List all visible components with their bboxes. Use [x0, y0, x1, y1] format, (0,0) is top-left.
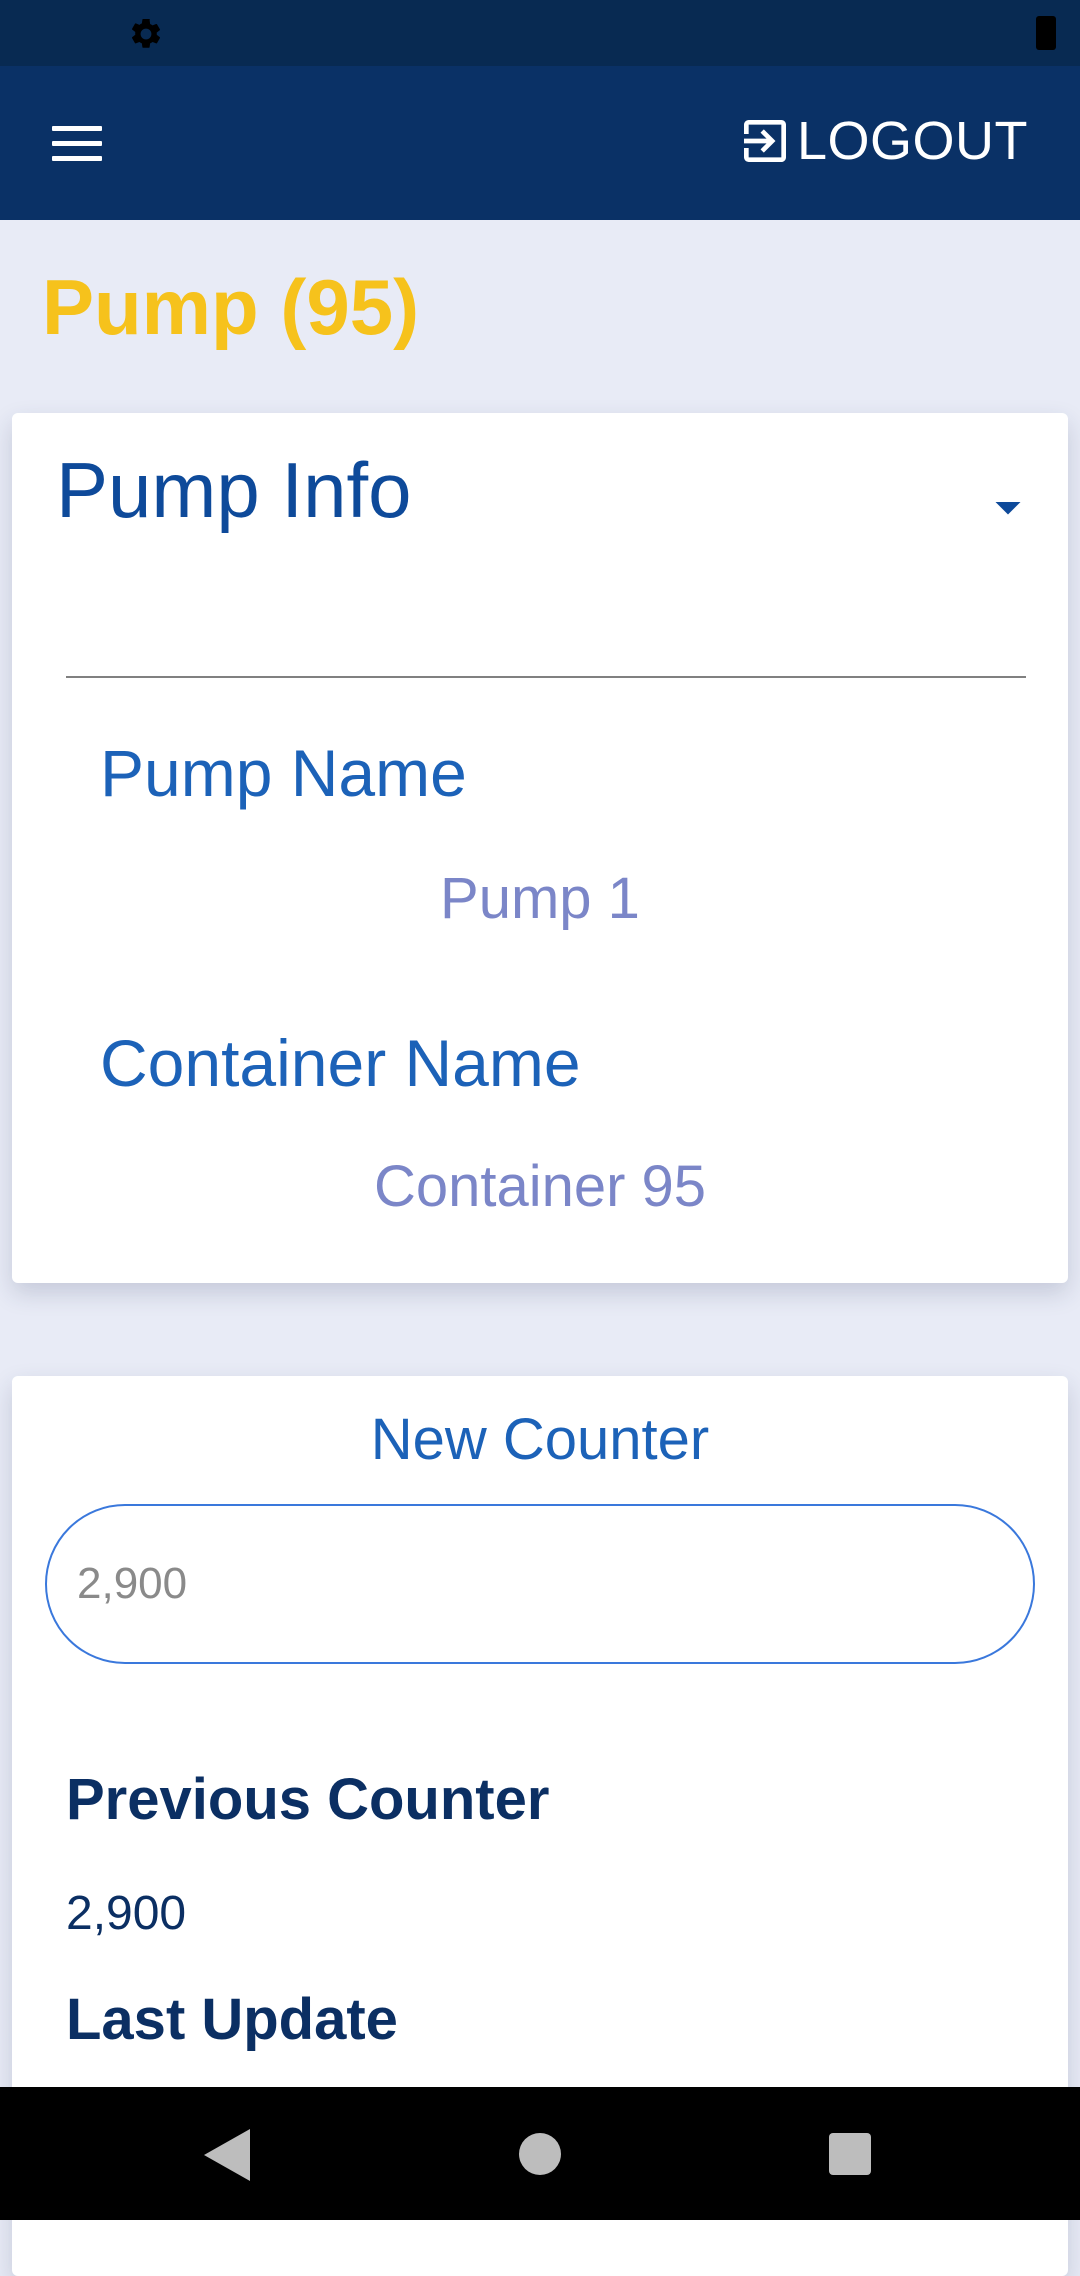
home-circle-icon[interactable] [519, 2133, 561, 2175]
app-bar: LOGOUT [0, 66, 1080, 220]
previous-counter-value: 2,900 [66, 1887, 187, 1940]
new-counter-input[interactable] [45, 1504, 1035, 1664]
pump-info-header: Pump Info [56, 446, 412, 534]
page-title: Pump (95) [42, 263, 420, 351]
back-triangle-icon[interactable] [202, 2127, 252, 2183]
login-arrow-icon [743, 120, 786, 162]
hamburger-menu-icon[interactable] [40, 114, 114, 172]
container-name-label: Container Name [100, 1026, 581, 1100]
container-name-value: Container 95 [373, 1154, 707, 1219]
logout-button[interactable]: LOGOUT [737, 106, 1028, 176]
last-update-label: Last Update [66, 1987, 398, 2052]
gear-icon [131, 18, 161, 48]
new-counter-title: New Counter [370, 1407, 710, 1472]
system-nav-bar [0, 2087, 1080, 2220]
caret-down-icon[interactable] [978, 477, 1038, 537]
battery-icon [1036, 16, 1056, 50]
pump-info-card: Pump Info Pump Name Pump 1 Container Nam… [12, 413, 1068, 1283]
logout-label: LOGOUT [796, 111, 1028, 171]
pump-name-value: Pump 1 [440, 866, 640, 931]
previous-counter-label: Previous Counter [66, 1767, 550, 1832]
recent-apps-square-icon[interactable] [829, 2133, 871, 2175]
pump-name-label: Pump Name [100, 736, 467, 810]
status-bar [0, 0, 1080, 66]
divider [66, 676, 1026, 678]
